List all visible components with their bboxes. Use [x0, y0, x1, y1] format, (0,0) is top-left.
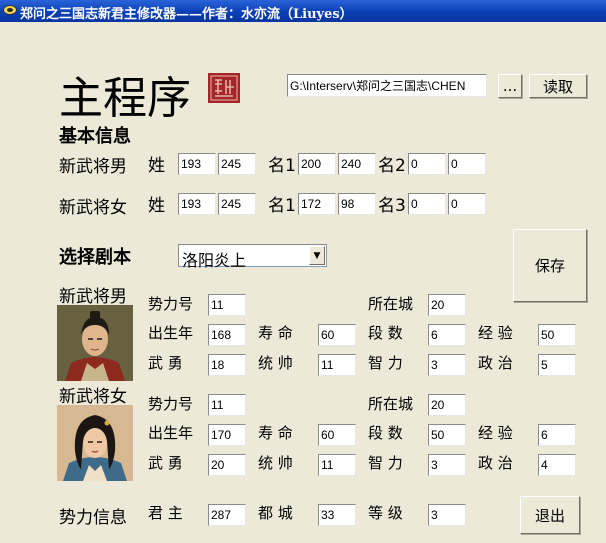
female-valor-input[interactable] [208, 454, 246, 476]
female-politics-label: 政 治 [478, 454, 513, 472]
male-intel-input[interactable] [428, 354, 466, 376]
female-city-input[interactable] [428, 394, 466, 416]
female-intel-input[interactable] [428, 454, 466, 476]
male-surname-1[interactable] [178, 153, 216, 175]
female-name3-label: 名3 [378, 196, 406, 216]
female-valor-label: 武 勇 [148, 454, 183, 472]
browse-button[interactable]: ... [498, 74, 522, 98]
male-name1-label: 名1 [268, 156, 296, 176]
male-name1-2[interactable] [338, 153, 376, 175]
male-general-label: 新武将男 [59, 287, 127, 307]
male-politics-label: 政 治 [478, 354, 513, 372]
male-birth-input[interactable] [208, 324, 246, 346]
female-exp-label: 经 验 [478, 424, 513, 442]
female-command-label: 统 帅 [258, 454, 293, 472]
female-command-input[interactable] [318, 454, 356, 476]
capital-label: 都 城 [258, 504, 293, 522]
scenario-select[interactable]: 洛阳炎上 ▼ [178, 244, 327, 270]
level-label: 等 级 [368, 504, 403, 522]
male-exp-label: 经 验 [478, 324, 513, 342]
male-surname-2[interactable] [218, 153, 256, 175]
female-faction-input[interactable] [208, 394, 246, 416]
title-bar[interactable]: 郑问之三国志新君主修改器——作者：水亦流（Liuyes） [0, 0, 606, 22]
male-faction-label: 势力号 [148, 295, 194, 313]
female-name-label: 新武将女 [59, 198, 127, 218]
male-exp-input[interactable] [538, 324, 576, 346]
female-surname-2[interactable] [218, 193, 256, 215]
male-life-input[interactable] [318, 324, 356, 346]
male-rank-input[interactable] [428, 324, 466, 346]
male-valor-input[interactable] [208, 354, 246, 376]
female-name1-1[interactable] [298, 193, 336, 215]
female-exp-input[interactable] [538, 424, 576, 446]
male-intel-label: 智 力 [368, 354, 403, 372]
male-faction-input[interactable] [208, 294, 246, 316]
male-politics-input[interactable] [538, 354, 576, 376]
female-name1-label: 名1 [268, 196, 296, 216]
exit-button[interactable]: 退出 [520, 496, 580, 534]
path-input[interactable] [287, 74, 487, 97]
female-name3-2[interactable] [448, 193, 486, 215]
male-command-label: 统 帅 [258, 354, 293, 372]
main-title: 主程序 [59, 73, 191, 124]
app-window: 郑问之三国志新君主修改器——作者：水亦流（Liuyes） 主程序 ... 读取 … [0, 0, 606, 543]
male-name2-label: 名2 [378, 156, 406, 176]
chevron-down-icon[interactable]: ▼ [309, 246, 325, 265]
female-surname-1[interactable] [178, 193, 216, 215]
read-button[interactable]: 读取 [529, 74, 587, 98]
male-life-label: 寿 命 [258, 324, 293, 342]
male-portrait [57, 305, 133, 381]
female-birth-input[interactable] [208, 424, 246, 446]
seal-stamp [208, 73, 240, 103]
male-command-input[interactable] [318, 354, 356, 376]
male-city-label: 所在城 [368, 295, 414, 313]
female-life-input[interactable] [318, 424, 356, 446]
female-birth-label: 出生年 [148, 424, 194, 442]
male-name2-2[interactable] [448, 153, 486, 175]
female-general-label: 新武将女 [59, 387, 127, 407]
level-input[interactable] [428, 504, 466, 526]
female-name1-2[interactable] [338, 193, 376, 215]
male-name1-1[interactable] [298, 153, 336, 175]
male-valor-label: 武 勇 [148, 354, 183, 372]
female-faction-label: 势力号 [148, 395, 194, 413]
save-button[interactable]: 保存 [513, 229, 587, 302]
male-name2-1[interactable] [408, 153, 446, 175]
female-rank-input[interactable] [428, 424, 466, 446]
female-name3-1[interactable] [408, 193, 446, 215]
female-life-label: 寿 命 [258, 424, 293, 442]
male-birth-label: 出生年 [148, 324, 194, 342]
male-rank-label: 段 数 [368, 324, 403, 342]
basic-info-heading: 基本信息 [59, 126, 131, 147]
power-info-label: 势力信息 [59, 508, 127, 528]
lord-input[interactable] [208, 504, 246, 526]
female-rank-label: 段 数 [368, 424, 403, 442]
window-title: 郑问之三国志新君主修改器——作者：水亦流（Liuyes） [20, 7, 353, 22]
male-city-input[interactable] [428, 294, 466, 316]
female-politics-input[interactable] [538, 454, 576, 476]
male-name-label: 新武将男 [59, 157, 127, 177]
male-surname-label: 姓 [148, 156, 165, 176]
app-icon [3, 5, 17, 15]
scenario-selected: 洛阳炎上 [182, 251, 247, 270]
lord-label: 君 主 [148, 504, 183, 522]
scenario-label: 选择剧本 [59, 247, 131, 268]
female-intel-label: 智 力 [368, 454, 403, 472]
female-portrait [57, 405, 133, 481]
female-city-label: 所在城 [368, 395, 414, 413]
female-surname-label: 姓 [148, 196, 165, 216]
capital-input[interactable] [318, 504, 356, 526]
